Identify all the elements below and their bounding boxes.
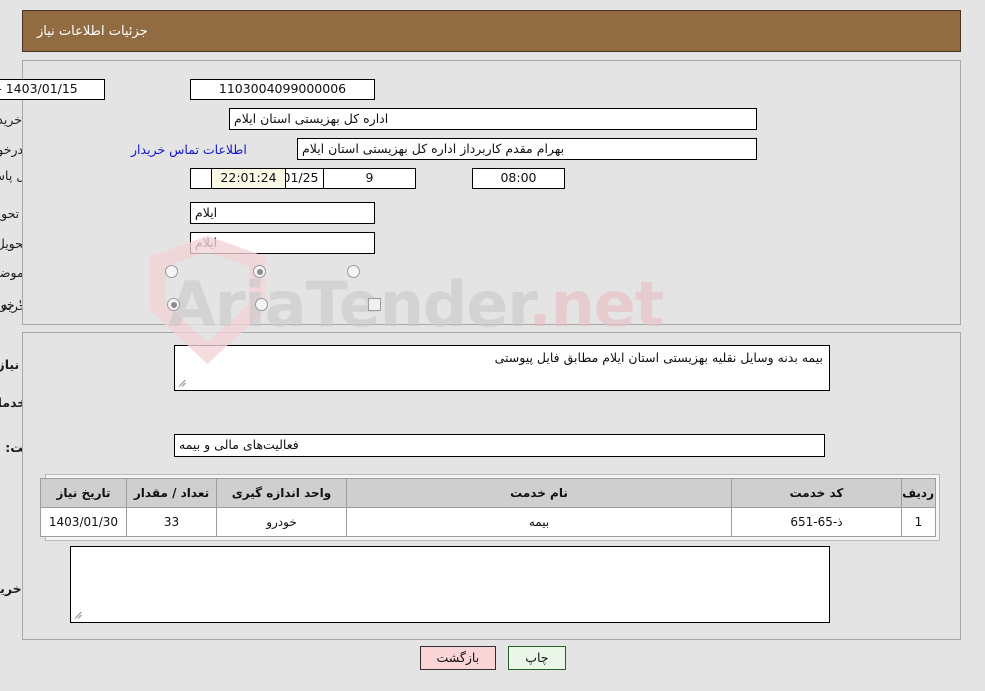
cell-name: بیمه [346, 507, 732, 537]
public-announcement-field[interactable]: 09:41 - 1403/01/15 [0, 79, 105, 100]
services-table-header-row: ردیف کد خدمت نام خدمت واحد اندازه گیری ت… [40, 478, 936, 508]
cell-unit: خودرو [216, 507, 347, 537]
purchase-process-radio-jozii[interactable] [167, 298, 180, 311]
services-table-wrapper: ردیف کد خدمت نام خدمت واحد اندازه گیری ت… [40, 474, 940, 541]
deadline-days-field[interactable]: 9 [323, 168, 416, 189]
category-radio-kala[interactable] [165, 265, 178, 278]
cell-date: 1403/01/30 [40, 507, 127, 537]
col-header-name: نام خدمت [346, 478, 732, 508]
deadline-hour-field[interactable]: 08:00 [472, 168, 565, 189]
need-number-field[interactable]: 1103004099000006 [190, 79, 375, 100]
buyer-notes-textarea[interactable] [70, 546, 830, 623]
cell-radif: 1 [901, 507, 936, 537]
city-field[interactable]: ایلام [190, 232, 375, 254]
col-header-qty: تعداد / مقدار [126, 478, 217, 508]
services-table: ردیف کد خدمت نام خدمت واحد اندازه گیری ت… [40, 478, 936, 537]
buyer-contact-link[interactable]: اطلاعات تماس خریدار [131, 142, 247, 157]
resize-grip-icon-2[interactable] [74, 610, 84, 620]
back-button[interactable]: بازگشت [419, 646, 497, 670]
col-header-radif: ردیف [901, 478, 936, 508]
resize-grip-icon[interactable] [178, 378, 188, 388]
services-table-body: 1 ذ-65-651 بیمه خودرو 33 1403/01/30 [40, 507, 936, 537]
cell-qty: 33 [126, 507, 217, 537]
page-title-bar: جزئیات اطلاعات نیاز [22, 10, 961, 52]
request-creator-field[interactable]: بهرام مقدم کاربرداز اداره کل بهزیستی است… [297, 138, 757, 160]
category-radio-kala-khedmat[interactable] [347, 265, 360, 278]
page-title: جزئیات اطلاعات نیاز [37, 23, 148, 39]
purchase-process-radio-motavaset[interactable] [255, 298, 268, 311]
deadline-countdown-field[interactable]: 22:01:24 [211, 168, 286, 189]
treasury-note-checkbox[interactable] [368, 298, 381, 311]
col-header-code: کد خدمت [731, 478, 902, 508]
col-header-unit: واحد اندازه گیری [216, 478, 347, 508]
footer-buttons: چاپ بازگشت [0, 646, 985, 670]
col-header-date: تاریخ نیاز [40, 478, 127, 508]
general-description-textarea[interactable]: بیمه بدنه وسایل نقلیه بهزیستی استان ایلا… [174, 345, 830, 391]
province-field[interactable]: ایلام [190, 202, 375, 224]
general-description-value: بیمه بدنه وسایل نقلیه بهزیستی استان ایلا… [494, 350, 823, 365]
page-root: AriaTender.net جزئیات اطلاعات نیاز شماره… [0, 0, 985, 691]
print-button[interactable]: چاپ [508, 646, 566, 670]
need-summary-panel [22, 60, 961, 325]
service-group-field[interactable]: فعالیت‌های مالی و بیمه [174, 434, 825, 457]
cell-code: ذ-65-651 [731, 507, 902, 537]
category-radio-khedmat[interactable] [253, 265, 266, 278]
buyer-org-field[interactable]: اداره کل بهزیستی استان ایلام [229, 108, 757, 130]
table-row: 1 ذ-65-651 بیمه خودرو 33 1403/01/30 [40, 507, 936, 537]
services-table-head: ردیف کد خدمت نام خدمت واحد اندازه گیری ت… [40, 478, 936, 508]
